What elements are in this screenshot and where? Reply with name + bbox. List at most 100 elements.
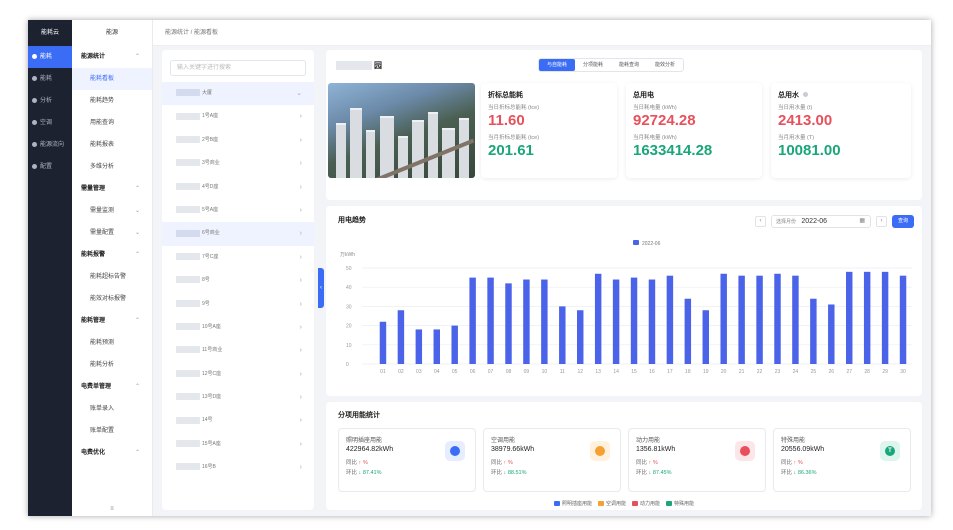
rail-item-analysis[interactable]: 分析 [28, 90, 72, 112]
kpi-title: 折标总能耗 [488, 92, 523, 99]
tree-node-label: 16号B [202, 464, 216, 471]
x-tick-label: 04 [434, 369, 440, 375]
nav-item-overlimit-alarm[interactable]: 能耗超标告警 [72, 266, 152, 288]
nav-item-bill-config[interactable]: 账单配置 [72, 420, 152, 442]
nav-item-bill-entry[interactable]: 账单录入 [72, 398, 152, 420]
info-icon[interactable] [803, 92, 808, 97]
legend-item[interactable]: 动力用能 [632, 500, 660, 507]
nav-group-energy-stats[interactable]: 能源统计 ⌃ [72, 46, 152, 68]
nav-item-report[interactable]: 能耗报表 [72, 134, 152, 156]
tree-node[interactable]: 10号A座 › [162, 316, 314, 339]
chevron-icon: › [299, 136, 302, 144]
month-picker[interactable]: 选择月份 2022-06 ▦ [770, 215, 871, 228]
x-tick-label: 30 [900, 369, 906, 375]
chart-bar [541, 279, 548, 364]
nav-item-multi-analysis[interactable]: 多维分析 [72, 156, 152, 178]
tree-node[interactable]: 7号C座 › [162, 246, 314, 269]
tree-node[interactable]: 13号D座 › [162, 386, 314, 409]
legend-swatch [633, 240, 639, 245]
chart-bar [720, 273, 727, 364]
nav-group-management[interactable]: 能耗管理 ⌃ [72, 310, 152, 332]
legend-item[interactable]: 空调用能 [597, 500, 626, 507]
chevron-icon: ⌄ [296, 90, 302, 97]
nav-item-forecast[interactable]: 能耗预测 [72, 332, 152, 354]
collapse-tree-handle[interactable]: ‹ [318, 268, 324, 308]
nav-item-demand-monitor[interactable]: 需量监测 ⌄ [72, 200, 152, 222]
query-button[interactable]: 查询 [891, 215, 914, 228]
tree-node[interactable]: 9号 › [162, 293, 314, 316]
prev-month-button[interactable]: ‹ [754, 216, 766, 227]
nav-group-demand[interactable]: 需量管理 ⌃ [72, 178, 152, 200]
nav-group-optimize[interactable]: 电费优化 ⌃ [72, 442, 152, 464]
x-tick-label: 07 [488, 369, 494, 375]
tree-node-label: 大厦 [202, 90, 213, 96]
nav-item-label: 需量配置 [90, 230, 115, 236]
arrow-down-icon: ↓ [793, 470, 797, 476]
nav-group-label: 电费优化 [81, 450, 106, 456]
power-icon [735, 441, 755, 461]
chart-bar [451, 325, 458, 364]
redacted-text [176, 112, 200, 120]
tree-node[interactable]: 5号A座 › [162, 199, 314, 222]
chart-bar [397, 310, 405, 364]
kpi-title: 总用水 [778, 90, 904, 100]
tab-itemized[interactable]: 分项能耗 [575, 59, 611, 71]
stat-mom-label: 环比 [636, 470, 648, 476]
rail-item-flow[interactable]: 能源流向 [28, 134, 72, 156]
tree-node[interactable]: 8号 › [162, 269, 314, 292]
collapse-menu-icon[interactable]: ≡ [72, 506, 152, 512]
arrow-down-icon: ↓ [358, 470, 362, 476]
redacted-text [176, 276, 200, 284]
rail-item-aircon[interactable]: 空调 [28, 112, 72, 134]
next-month-button[interactable]: › [875, 216, 887, 227]
nav-group-alarm[interactable]: 能耗报警 ⌃ [72, 244, 152, 266]
tab-query[interactable]: 能耗查询 [611, 59, 647, 71]
rail-item-energy[interactable]: 能耗 [28, 46, 72, 68]
rail-item-label: 空调 [40, 120, 53, 126]
x-tick-label: 05 [452, 369, 458, 375]
legend-item[interactable]: 照明插座用能 [553, 500, 592, 507]
tree-search-input[interactable]: 输入关键字进行搜索 [170, 60, 306, 76]
nav-group-label: 电费单管理 [81, 384, 112, 390]
tree-node[interactable]: 2号B座 › [162, 129, 314, 152]
rail-item-consumption[interactable]: 能耗 [28, 68, 72, 90]
nav-item-trend[interactable]: 能耗趋势 [72, 90, 152, 112]
tree-node[interactable]: 15号A座 › [162, 433, 314, 456]
nav-item-analysis[interactable]: 能耗分析 [72, 354, 152, 376]
y-tick-label: 30 [346, 304, 352, 310]
tab-efficiency[interactable]: 能效分析 [647, 59, 683, 71]
tree-node[interactable]: 14号 › [162, 409, 314, 432]
nav-item-query[interactable]: 用能查询 [72, 112, 152, 134]
tree-node[interactable]: 6号商业 › [162, 222, 314, 246]
y-axis-unit: 万kWh [340, 252, 355, 258]
tree-node[interactable]: 12号C座 › [162, 363, 314, 386]
nav-group-bill[interactable]: 电费单管理 ⌃ [72, 376, 152, 398]
dot-icon [32, 53, 37, 59]
stat-mom-label: 环比 [781, 470, 793, 476]
redacted-text [176, 416, 200, 424]
tree-node-label: 11号商业 [202, 347, 223, 354]
nav-item-dashboard[interactable]: 能耗看板 [72, 68, 152, 90]
y-tick-label: 20 [346, 324, 352, 330]
tree-node[interactable]: 大厦 ⌄ [162, 82, 314, 106]
rail-item-config[interactable]: 配置 [28, 156, 72, 178]
kpi-title: 总用电 [633, 92, 654, 99]
chevron-up-icon: ⌃ [134, 54, 140, 60]
chevron-icon: › [299, 464, 302, 472]
legend-item[interactable]: 特殊用能 [666, 500, 694, 507]
tree-node[interactable]: 16号B › [162, 456, 314, 479]
chart-bar [630, 277, 638, 364]
tree-node[interactable]: 3号商业 › [162, 152, 314, 175]
site-name-suffix: 园 [374, 61, 382, 70]
nav-item-demand-config[interactable]: 需量配置 ⌄ [72, 222, 152, 244]
itemized-stat-card: 动力用能 1356.81kWh 同比 ↑ % 环比 ↓ 87.45% [628, 428, 766, 492]
tab-overview[interactable]: 与自能耗 [539, 59, 576, 71]
tree-node[interactable]: 11号商业 › [162, 339, 314, 362]
chevron-up-icon: ⌃ [134, 186, 140, 192]
nav-item-benchmark-alarm[interactable]: 能效对标报警 [72, 288, 152, 310]
chevron-icon: › [299, 323, 302, 331]
chart-bar [594, 273, 602, 364]
tree-node[interactable]: 4号D座 › [162, 176, 314, 199]
tree-node-label: 8号 [202, 277, 210, 284]
tree-node[interactable]: 1号A座 › [162, 105, 314, 128]
